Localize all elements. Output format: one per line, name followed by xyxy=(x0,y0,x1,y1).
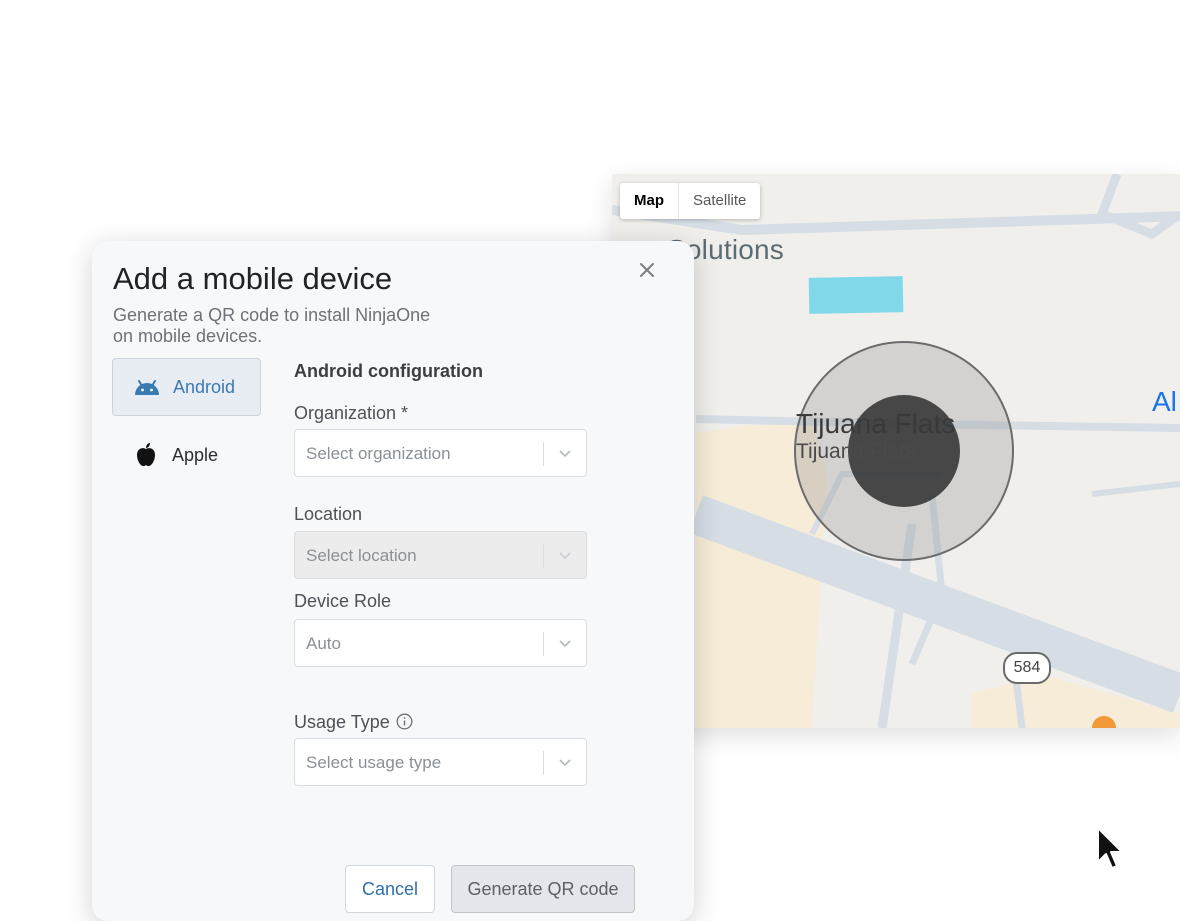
select-divider xyxy=(543,544,544,568)
config-title: Android configuration xyxy=(294,361,483,381)
apple-icon xyxy=(132,441,160,469)
apple-tab[interactable]: Apple xyxy=(112,426,261,484)
mouse-cursor-icon xyxy=(1096,826,1126,877)
map-tab[interactable]: Map xyxy=(620,183,679,219)
organization-label: Organization * xyxy=(294,403,409,423)
satellite-tab[interactable]: Satellite xyxy=(679,183,760,219)
cancel-button[interactable]: Cancel xyxy=(345,865,435,913)
usage-type-label: Usage Type xyxy=(294,712,413,735)
device-role-select[interactable]: Auto xyxy=(294,619,587,667)
location-select[interactable]: Select location xyxy=(294,531,587,579)
map-place-label: Tijuana Flats xyxy=(796,408,956,439)
map-place-sublabel: Tijuana Flats xyxy=(796,440,916,463)
chevron-down-icon xyxy=(556,753,574,771)
close-icon[interactable] xyxy=(636,259,658,281)
route-shield: 584 xyxy=(1003,652,1051,684)
usage-type-select[interactable]: Select usage type xyxy=(294,738,587,786)
organization-select[interactable]: Select organization xyxy=(294,429,587,477)
chevron-down-icon xyxy=(556,444,574,462)
map-edge-label: Al xyxy=(1152,386,1177,417)
organization-placeholder: Select organization xyxy=(306,444,451,463)
select-divider xyxy=(543,442,544,466)
map-type-control: Map Satellite xyxy=(620,183,761,219)
device-role-label: Device Role xyxy=(294,591,392,611)
android-icon xyxy=(133,373,161,401)
add-mobile-device-dialog: Add a mobile device Generate a QR code t… xyxy=(92,241,694,921)
select-divider xyxy=(543,632,544,656)
info-icon[interactable] xyxy=(396,713,413,735)
usage-type-placeholder: Select usage type xyxy=(306,753,442,772)
apple-tab-label: Apple xyxy=(172,444,219,465)
usage-type-label-text: Usage Type xyxy=(294,712,390,732)
android-tab[interactable]: Android xyxy=(112,358,261,416)
select-divider xyxy=(543,751,544,775)
generate-qr-code-button[interactable]: Generate QR code xyxy=(451,865,635,913)
android-tab-label: Android xyxy=(173,376,236,397)
chevron-down-icon xyxy=(556,546,574,564)
map-panel[interactable]: Map Satellite Solutions Tijuana Flats Ti… xyxy=(612,174,1180,728)
device-role-value: Auto xyxy=(306,634,341,653)
location-label: Location xyxy=(294,504,363,524)
dialog-title: Add a mobile device xyxy=(113,261,393,296)
location-placeholder: Select location xyxy=(306,546,417,565)
dialog-subtitle: Generate a QR code to install NinjaOne o… xyxy=(113,305,431,346)
chevron-down-icon xyxy=(556,634,574,652)
